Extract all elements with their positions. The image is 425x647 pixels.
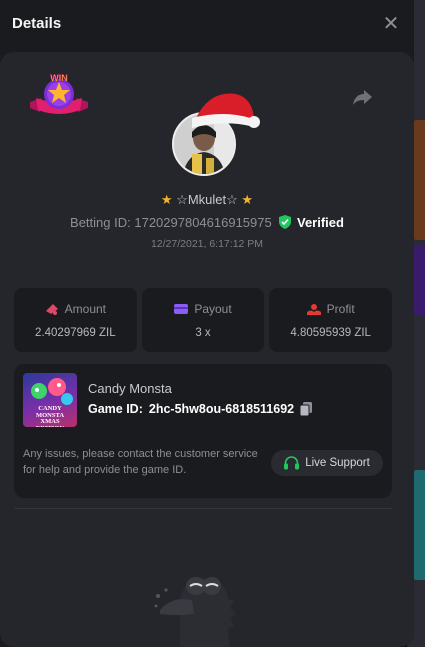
stat-payout-label-row: Payout bbox=[174, 301, 232, 316]
santa-hat-icon bbox=[192, 93, 260, 128]
modal-title: Details bbox=[12, 14, 62, 32]
stat-amount: Amount 2.40297969 ZIL bbox=[14, 288, 137, 352]
live-support-label: Live Support bbox=[305, 457, 370, 469]
betting-id-row: Betting ID: 1720297804616915975 Verified bbox=[0, 215, 414, 230]
game-info-box: CANDY MONSTA XMAS EDITION Candy Monsta G… bbox=[14, 364, 392, 498]
username: ☆Mkulet☆ bbox=[176, 192, 238, 207]
win-label: WIN bbox=[50, 73, 68, 83]
betting-id-value: 1720297804616915975 bbox=[134, 215, 272, 230]
game-id-value: 2hc-5hw8ou-6818511692 bbox=[148, 402, 295, 416]
stat-payout-value: 3 x bbox=[195, 326, 211, 339]
stat-profit-label-row: Profit bbox=[306, 301, 355, 316]
verified-badge: Verified bbox=[296, 215, 344, 230]
bet-timestamp: 12/27/2021, 6:17:12 PM bbox=[150, 238, 264, 250]
betting-id-label: Betting ID: bbox=[70, 215, 131, 230]
stat-profit-label: Profit bbox=[326, 301, 355, 316]
win-badge-icon: WIN bbox=[30, 73, 88, 114]
game-id-label: Game ID: bbox=[88, 402, 143, 416]
amount-icon bbox=[45, 303, 58, 315]
modal-header: Details ✕ bbox=[0, 0, 414, 46]
username-row: ★ ☆Mkulet☆ ★ bbox=[0, 192, 414, 208]
game-id-row: Game ID: 2hc-5hw8ou-6818511692 bbox=[88, 402, 313, 416]
crocodile-mascot-icon bbox=[154, 577, 236, 647]
close-icon[interactable]: ✕ bbox=[380, 12, 402, 35]
stat-profit-value: 4.80595939 ZIL bbox=[290, 326, 371, 339]
divider bbox=[14, 508, 392, 509]
verified-shield-icon bbox=[279, 215, 292, 229]
live-support-button[interactable]: Live Support bbox=[271, 450, 383, 476]
details-modal: Details ✕ WIN ★ ☆Mkulet☆ ★ Betting ID: 1… bbox=[0, 0, 414, 647]
game-thumbnail-title: CANDY MONSTA XMAS EDITION bbox=[35, 405, 65, 427]
stat-payout: Payout 3 x bbox=[141, 288, 265, 352]
stat-profit: Profit 4.80595939 ZIL bbox=[269, 288, 393, 352]
share-icon[interactable] bbox=[352, 88, 374, 106]
stat-payout-label: Payout bbox=[194, 301, 232, 316]
stats-row: Amount 2.40297969 ZIL Payout 3 x Profit bbox=[14, 288, 393, 352]
headset-icon bbox=[284, 456, 300, 470]
wallet-icon bbox=[174, 303, 189, 314]
star-icon: ★ bbox=[160, 192, 173, 207]
stat-amount-value: 2.40297969 ZIL bbox=[35, 326, 116, 339]
game-thumbnail[interactable]: CANDY MONSTA XMAS EDITION bbox=[23, 373, 77, 427]
copy-icon[interactable] bbox=[300, 402, 313, 416]
stat-amount-label: Amount bbox=[64, 301, 107, 316]
game-name: Candy Monsta bbox=[88, 381, 172, 396]
stat-amount-label-row: Amount bbox=[45, 302, 106, 316]
support-notice: Any issues, please contact the customer … bbox=[23, 448, 258, 476]
star-icon: ★ bbox=[241, 192, 254, 207]
profit-icon bbox=[306, 303, 321, 315]
